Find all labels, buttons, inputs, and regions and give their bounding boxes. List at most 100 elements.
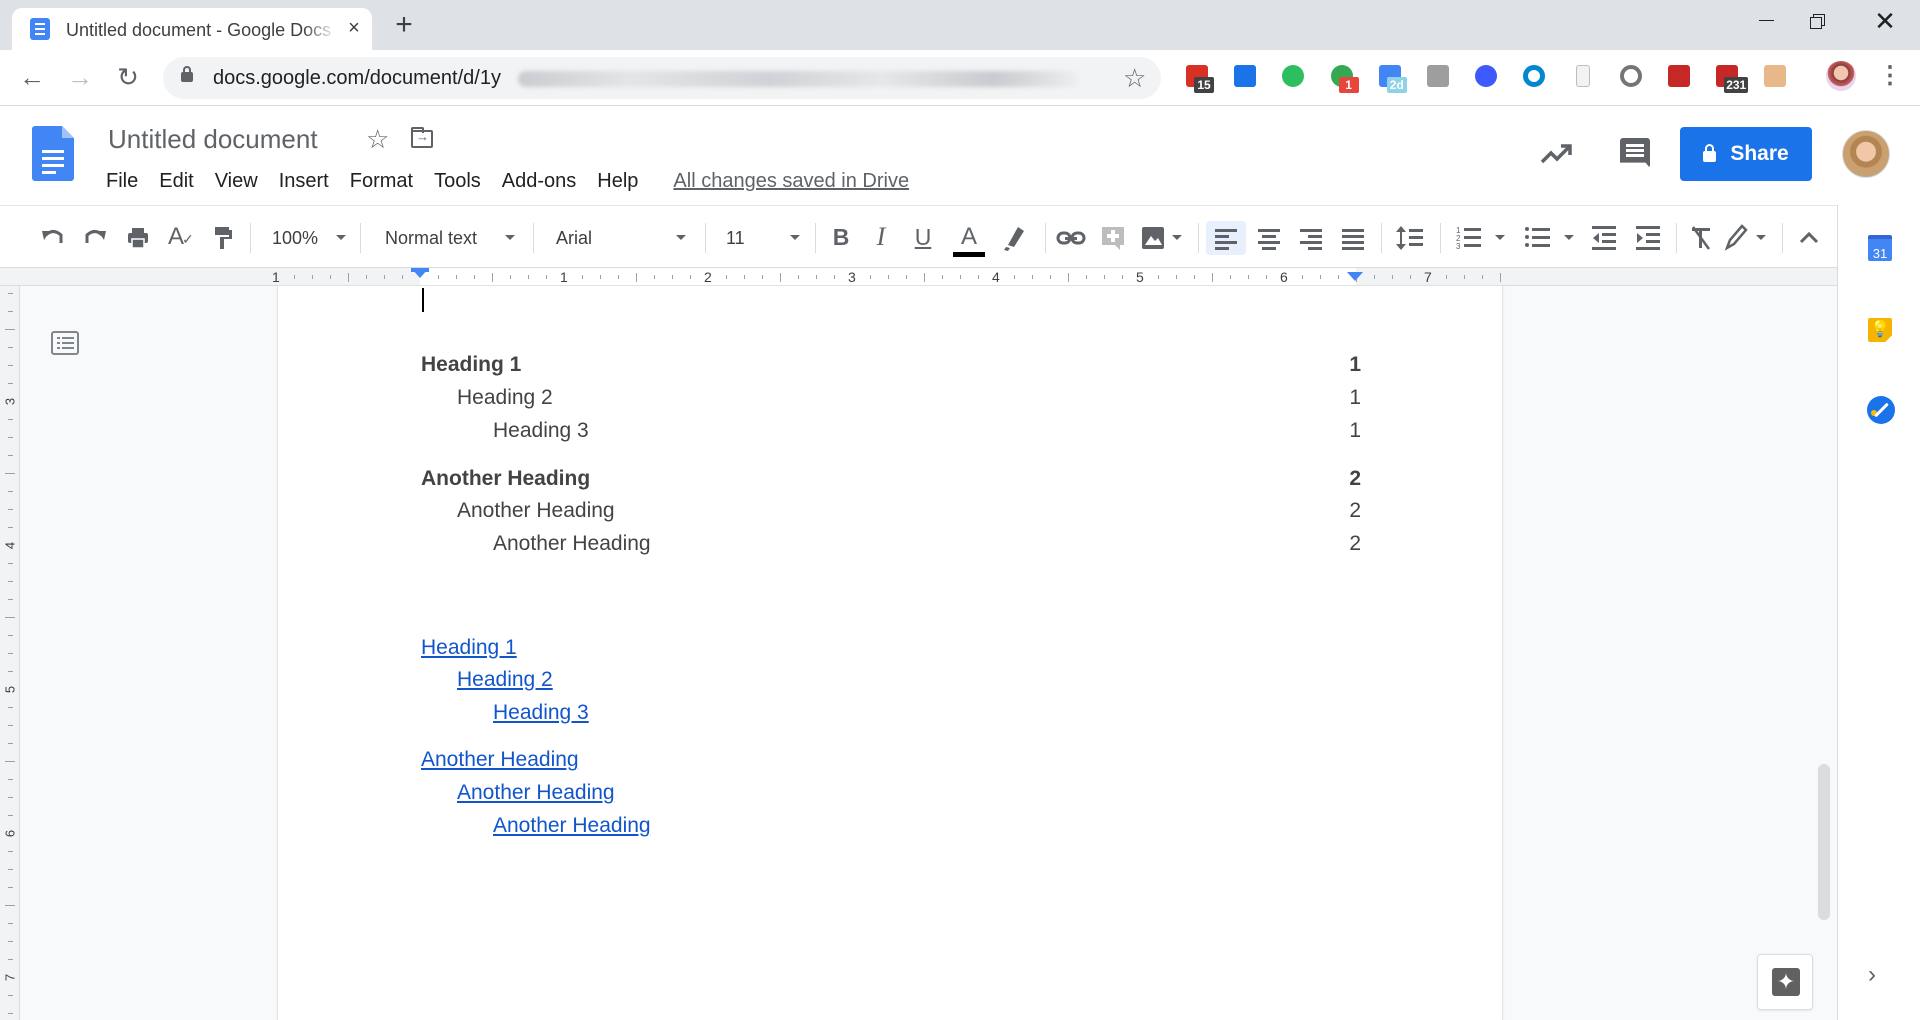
activity-dashboard-icon[interactable] [1540, 142, 1572, 166]
chevron-down-icon[interactable] [1172, 235, 1182, 240]
insert-link-icon[interactable] [1055, 221, 1087, 255]
google-keep-icon[interactable]: 💡 [1868, 318, 1892, 342]
toc-entry[interactable]: Heading 2 1 [421, 385, 1361, 411]
extension-plus-doc-icon[interactable] [1570, 63, 1596, 89]
paint-format-icon[interactable] [210, 221, 236, 255]
bold-button[interactable]: B [828, 221, 854, 255]
save-status-link[interactable]: All changes saved in Drive [673, 170, 909, 193]
toc-link[interactable]: Heading 2 [457, 667, 553, 693]
extension-mcafee-icon[interactable] [1666, 63, 1692, 89]
tab-close-icon[interactable]: × [342, 16, 366, 40]
redo-icon[interactable] [82, 221, 108, 255]
extension-blue-box-icon[interactable]: 2d [1377, 63, 1407, 93]
menu-tools[interactable]: Tools [426, 168, 489, 195]
share-button[interactable]: Share [1680, 127, 1812, 181]
star-icon[interactable]: ☆ [366, 124, 389, 155]
text-color-button[interactable]: A [952, 221, 986, 257]
toc-link[interactable]: Another Heading [421, 747, 579, 773]
collapse-menus-icon[interactable] [1796, 221, 1822, 255]
editing-mode-icon[interactable] [1722, 221, 1748, 255]
font-size-dropdown[interactable]: 11 [726, 221, 796, 255]
clear-formatting-icon[interactable] [1688, 221, 1716, 255]
new-tab-button[interactable]: + [390, 10, 418, 40]
explore-button[interactable]: ✦ [1757, 954, 1813, 1010]
google-calendar-icon[interactable]: 31 [1868, 235, 1892, 261]
window-restore-button[interactable] [1788, 0, 1848, 44]
document-page[interactable]: Heading 1 1 Heading 2 1 Heading 3 1 Another He… [278, 286, 1502, 1020]
line-spacing-icon[interactable] [1395, 221, 1425, 255]
highlight-color-icon[interactable] [1000, 221, 1028, 255]
font-dropdown[interactable]: Arial [556, 221, 696, 255]
comments-icon[interactable] [1620, 138, 1650, 168]
chevron-down-icon[interactable] [1495, 235, 1505, 240]
paragraph-style-dropdown[interactable]: Normal text [385, 221, 515, 255]
window-minimize-button[interactable] [1718, 0, 1778, 44]
decrease-indent-icon[interactable] [1590, 221, 1618, 255]
address-bar[interactable]: docs.google.com/document/d/1y ☆ [163, 57, 1161, 99]
google-docs-logo-icon[interactable] [32, 126, 74, 181]
extension-clipboard-face-icon[interactable] [1762, 63, 1788, 89]
right-indent-marker[interactable] [1347, 272, 1363, 281]
spellcheck-icon[interactable]: A✓ [168, 221, 194, 255]
undo-icon[interactable] [40, 221, 66, 255]
reload-button[interactable]: ↻ [112, 62, 144, 94]
move-to-folder-icon[interactable] [411, 127, 433, 148]
menu-edit[interactable]: Edit [151, 168, 201, 195]
chevron-down-icon[interactable] [1564, 235, 1574, 240]
chrome-profile-avatar[interactable] [1826, 61, 1856, 91]
toc-entry[interactable]: Heading 3 1 [421, 418, 1361, 444]
toc-link[interactable]: Heading 1 [421, 635, 517, 661]
horizontal-ruler[interactable]: 1 1 2 3 4 5 6 7 [0, 268, 1837, 286]
underline-button[interactable]: U [910, 221, 936, 255]
user-avatar[interactable] [1842, 130, 1890, 178]
chevron-down-icon[interactable] [1756, 235, 1766, 240]
toc-link[interactable]: Another Heading [457, 780, 615, 806]
extension-green-p-icon[interactable]: 1 [1329, 63, 1359, 93]
menu-add-ons[interactable]: Add-ons [494, 168, 585, 195]
extension-calendar-red-icon[interactable]: 15 [1184, 63, 1214, 93]
toc-entry[interactable]: Another Heading 2 [421, 466, 1361, 492]
chrome-menu-icon[interactable]: ⋮ [1878, 62, 1902, 92]
menu-file[interactable]: File [98, 168, 146, 195]
menu-view[interactable]: View [207, 168, 266, 195]
toc-link[interactable]: Another Heading [493, 813, 651, 839]
menu-insert[interactable]: Insert [271, 168, 337, 195]
add-comment-icon[interactable] [1100, 221, 1126, 255]
lock-icon[interactable] [181, 66, 193, 82]
document-title-input[interactable]: Untitled document [108, 124, 318, 155]
google-tasks-icon[interactable] [1867, 396, 1895, 424]
bookmark-star-icon[interactable]: ☆ [1123, 63, 1146, 93]
increase-indent-icon[interactable] [1634, 221, 1662, 255]
toc-entry[interactable]: Another Heading 2 [421, 531, 1361, 557]
toc-entry[interactable]: Heading 1 1 [421, 352, 1361, 378]
first-line-indent-marker[interactable] [411, 268, 429, 272]
extension-ring-icon[interactable] [1521, 63, 1547, 89]
extension-evernote-icon[interactable] [1280, 63, 1306, 89]
url-text[interactable]: docs.google.com/document/d/1y [213, 67, 501, 90]
toc-entry[interactable]: Another Heading 2 [421, 498, 1361, 524]
insert-image-icon[interactable] [1140, 221, 1166, 255]
menu-help[interactable]: Help [589, 168, 646, 195]
document-outline-icon[interactable] [51, 331, 79, 355]
italic-button[interactable]: I [868, 221, 894, 255]
extension-v-icon[interactable] [1473, 63, 1499, 89]
extension-gray-circle-icon[interactable] [1618, 63, 1644, 89]
align-right-button[interactable] [1298, 221, 1324, 255]
bulleted-list-icon[interactable] [1524, 221, 1552, 255]
vertical-ruler[interactable]: 3 4 5 6 7 [0, 286, 20, 1020]
window-close-button[interactable]: ✕ [1855, 0, 1915, 44]
scrollbar-thumb[interactable] [1818, 764, 1830, 920]
back-button[interactable]: ← [16, 62, 48, 94]
extension-bird-icon[interactable] [1425, 63, 1451, 89]
browser-tab[interactable]: Untitled document - Google Docs × [12, 8, 372, 50]
extension-diamond-icon[interactable] [1232, 63, 1258, 89]
extension-adblock-icon[interactable]: 231 [1714, 63, 1749, 93]
print-icon[interactable] [125, 221, 151, 255]
menu-format[interactable]: Format [342, 168, 421, 195]
forward-button[interactable]: → [64, 62, 96, 94]
align-left-button[interactable] [1206, 221, 1246, 255]
expand-side-panel-icon[interactable]: › [1868, 963, 1876, 987]
toc-link[interactable]: Heading 3 [493, 700, 589, 726]
justify-button[interactable] [1340, 221, 1366, 255]
numbered-list-icon[interactable]: 123 [1455, 221, 1483, 255]
